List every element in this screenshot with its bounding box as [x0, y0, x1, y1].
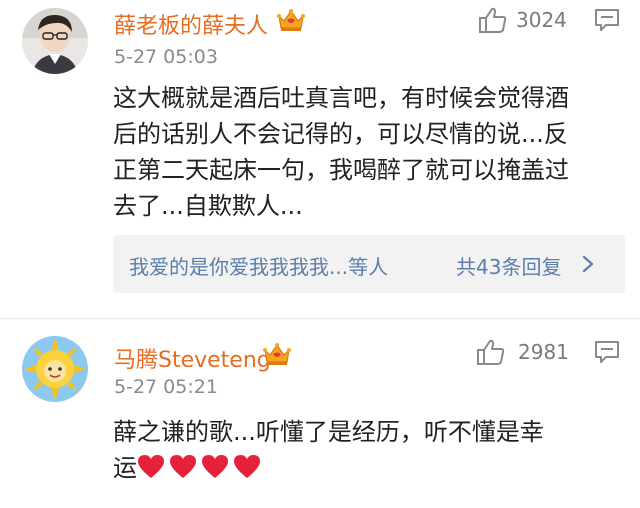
chevron-right-icon	[582, 255, 594, 273]
comment-text: 薛之谦的歌...听懂了是经历，听不懂是幸 运	[113, 414, 625, 486]
timestamp: 5-27 05:21	[114, 376, 218, 398]
thumbs-up-icon[interactable]	[478, 6, 508, 34]
replies-preview[interactable]: 我爱的是你爱我我我我...等人 共43条回复	[113, 235, 625, 293]
comment-text-line: 正第二天起床一句，我喝醉了就可以掩盖过	[113, 156, 569, 184]
comment-text-line: 薛之谦的歌...听懂了是经历，听不懂是幸	[113, 418, 544, 446]
hearts-emoji-group	[137, 454, 265, 482]
avatar[interactable]	[22, 8, 88, 74]
crown-vip-icon	[277, 9, 305, 31]
comment-text-line: 去了...自欺欺人...	[113, 192, 303, 220]
replies-count[interactable]: 共43条回复	[456, 251, 561, 280]
crown-vip-icon	[263, 343, 291, 365]
replies-preview-users[interactable]: 我爱的是你爱我我我我...等人	[129, 251, 388, 280]
comment-reply-icon[interactable]	[594, 340, 620, 364]
comment-text: 这大概就是酒后吐真言吧，有时候会觉得酒 后的话别人不会记得的，可以尽情的说...…	[113, 80, 625, 224]
like-count: 2981	[518, 340, 569, 364]
comment-text-line-last: 运	[113, 450, 625, 486]
username[interactable]: 马腾Steveteng	[114, 342, 271, 374]
comment-text-line: 后的话别人不会记得的，可以尽情的说...反	[113, 120, 568, 148]
comment-text-line: 这大概就是酒后吐真言吧，有时候会觉得酒	[113, 84, 569, 112]
heart-icon	[170, 455, 196, 478]
comment-item: 薛老板的薛夫人 5-27 05:03 3024 这大概就是酒后吐真言吧，有时候会…	[0, 0, 640, 318]
heart-icon	[138, 455, 164, 478]
comment-reply-icon[interactable]	[594, 8, 620, 32]
heart-icon	[234, 455, 260, 478]
heart-icon	[202, 455, 228, 478]
like-count: 3024	[516, 8, 567, 32]
comment-item: 马腾Steveteng 5-27 05:21 2981 薛之谦的歌...听懂了是…	[0, 318, 640, 508]
timestamp: 5-27 05:03	[114, 46, 218, 68]
comment-text-fragment: 运	[113, 454, 137, 482]
thumbs-up-icon[interactable]	[476, 338, 506, 366]
username[interactable]: 薛老板的薛夫人	[114, 8, 268, 40]
avatar[interactable]	[22, 336, 88, 402]
